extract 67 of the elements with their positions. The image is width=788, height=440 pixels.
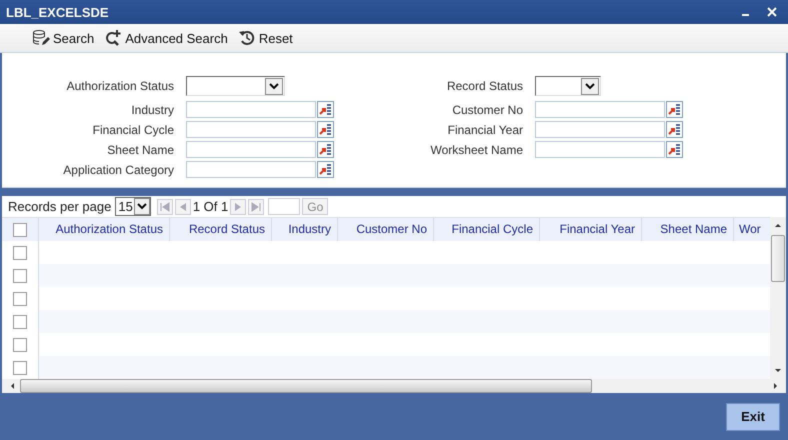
dropdown-field[interactable] <box>535 76 601 96</box>
records-per-page-label: Records per page <box>8 199 112 214</box>
toolbar-button[interactable]: Reset <box>236 29 295 47</box>
field-label: Worksheet Name <box>430 142 524 156</box>
chevron-down-icon <box>134 198 150 215</box>
scroll-down-icon[interactable] <box>774 367 782 375</box>
column-header[interactable]: Customer No <box>338 218 434 241</box>
column-header[interactable]: Sheet Name <box>642 218 734 241</box>
database-icon <box>32 29 50 47</box>
history-icon <box>238 29 256 47</box>
row-checkbox[interactable] <box>13 246 27 260</box>
scroll-right-icon[interactable] <box>772 382 780 390</box>
list-lookup-icon[interactable] <box>666 101 683 118</box>
row-checkbox[interactable] <box>13 292 27 306</box>
text-field[interactable] <box>186 141 316 158</box>
field-label: Sheet Name <box>106 142 175 156</box>
field-label: Customer No <box>451 102 524 116</box>
text-field[interactable] <box>535 141 665 158</box>
row-checkbox[interactable] <box>13 360 27 374</box>
text-field[interactable] <box>186 121 316 138</box>
exit-button[interactable]: Exit <box>726 402 780 430</box>
text-field[interactable] <box>535 101 665 118</box>
chevron-down-icon <box>265 78 283 94</box>
list-lookup-icon[interactable] <box>317 101 334 118</box>
field-label: Authorization Status <box>66 79 175 93</box>
column-header[interactable]: Wor <box>734 218 770 241</box>
column-header[interactable]: Financial Year <box>540 218 642 241</box>
column-header[interactable]: Industry <box>272 218 338 241</box>
text-field[interactable] <box>535 121 665 138</box>
scroll-thumb[interactable] <box>20 379 592 393</box>
text-field[interactable] <box>186 101 316 118</box>
dropdown-field[interactable] <box>186 76 285 96</box>
field-label: Financial Cycle <box>92 122 175 136</box>
window-title: LBL_EXCELSDE <box>6 4 110 20</box>
field-label: Application Category <box>62 162 175 176</box>
column-header[interactable]: Authorization Status <box>39 218 170 241</box>
column-header[interactable]: Record Status <box>170 218 272 241</box>
list-lookup-icon[interactable] <box>666 121 683 138</box>
list-lookup-icon[interactable] <box>666 141 683 158</box>
text-field[interactable] <box>186 161 316 178</box>
page-number-field[interactable] <box>268 198 300 215</box>
first-page-icon[interactable] <box>156 198 173 214</box>
field-label: Industry <box>130 102 175 116</box>
row-checkbox[interactable] <box>13 338 27 352</box>
vertical-scrollbar[interactable] <box>770 217 786 379</box>
toolbar-button[interactable]: Search <box>30 29 96 47</box>
scroll-thumb[interactable] <box>771 235 785 282</box>
field-label: Financial Year <box>446 122 524 136</box>
next-page-icon[interactable] <box>230 198 246 214</box>
horizontal-scrollbar[interactable] <box>2 379 786 393</box>
row-checkbox[interactable] <box>13 268 27 282</box>
previous-page-icon[interactable] <box>174 198 191 214</box>
last-page-icon[interactable] <box>248 198 264 214</box>
list-lookup-icon[interactable] <box>317 161 334 178</box>
close-icon[interactable] <box>766 6 778 18</box>
chevron-down-icon <box>581 78 599 94</box>
page-info: 1 Of 1 <box>192 199 228 214</box>
records-per-page-dropdown[interactable]: 15 <box>115 197 151 216</box>
scroll-up-icon[interactable] <box>774 221 782 229</box>
list-lookup-icon[interactable] <box>317 141 334 158</box>
column-header[interactable]: Financial Cycle <box>434 218 540 241</box>
list-lookup-icon[interactable] <box>317 121 334 138</box>
select-all-checkbox[interactable] <box>13 222 27 236</box>
search-plus-icon <box>104 29 122 47</box>
toolbar-button[interactable]: Advanced Search <box>102 29 230 47</box>
field-label: Record Status <box>446 79 524 93</box>
row-checkbox[interactable] <box>13 314 27 328</box>
